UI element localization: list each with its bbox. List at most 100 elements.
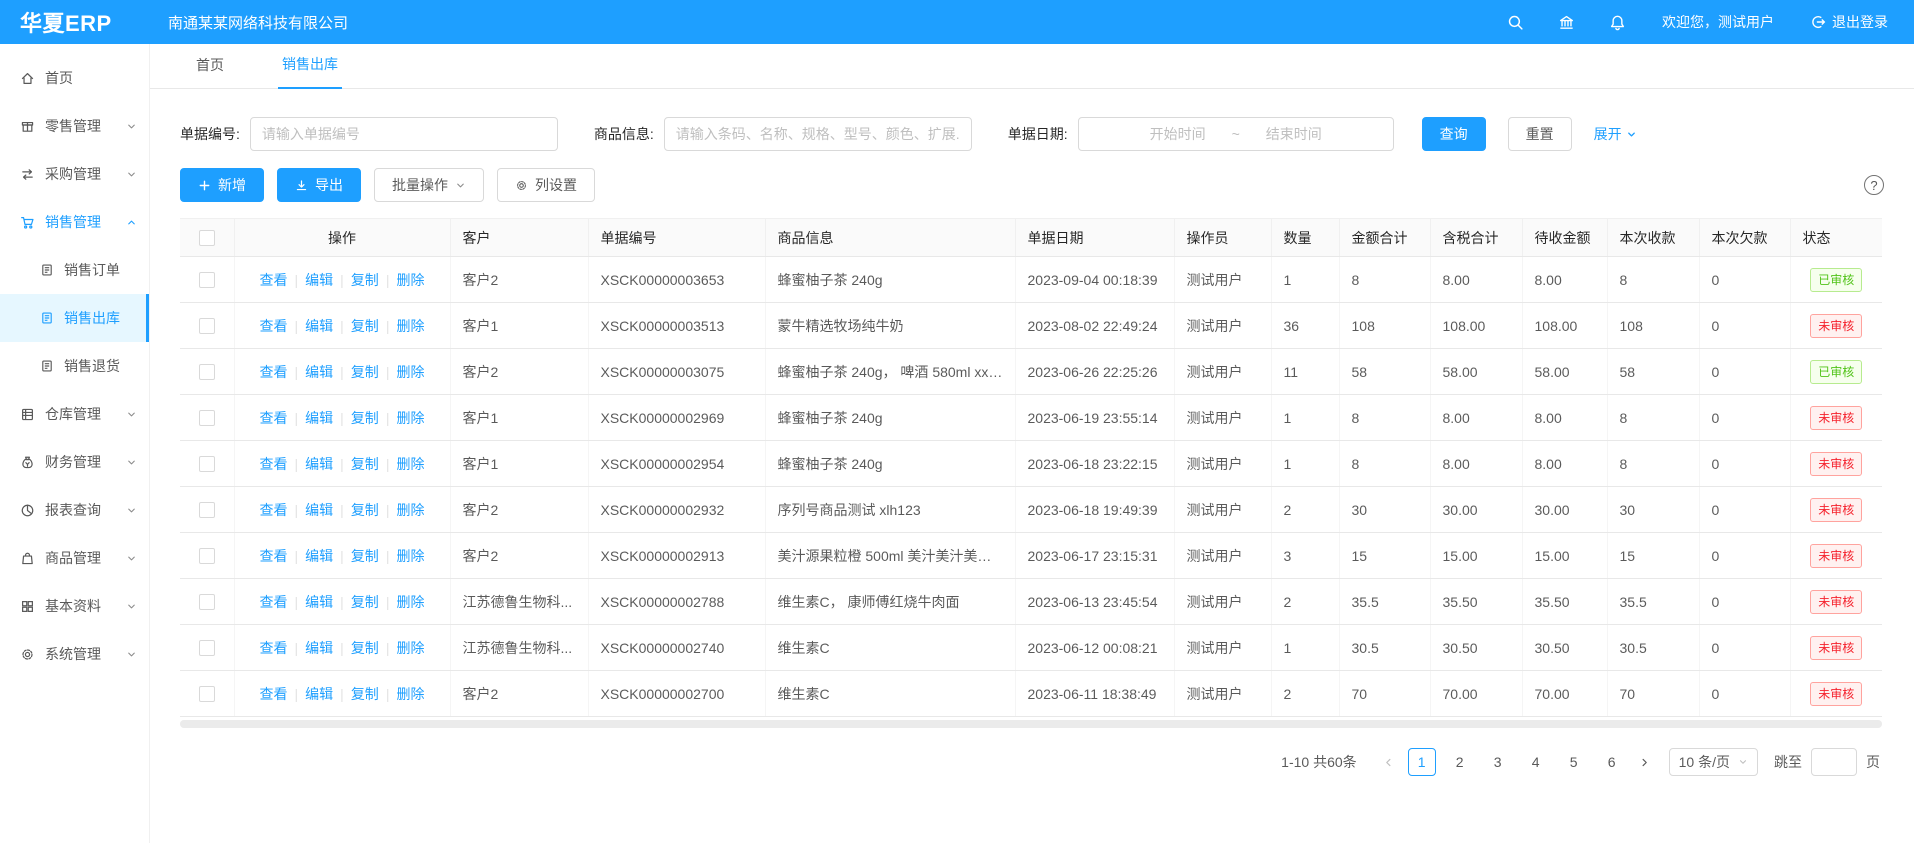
edit-link[interactable]: 编辑 — [305, 318, 333, 334]
delete-link[interactable]: 删除 — [396, 502, 424, 518]
page-button-6[interactable]: 6 — [1598, 748, 1626, 776]
edit-link[interactable]: 编辑 — [305, 594, 333, 610]
jump-page-input[interactable] — [1811, 748, 1857, 776]
page-button-3[interactable]: 3 — [1484, 748, 1512, 776]
view-link[interactable]: 查看 — [260, 548, 288, 564]
copy-link[interactable]: 复制 — [351, 640, 379, 656]
page-button-5[interactable]: 5 — [1560, 748, 1588, 776]
reset-button[interactable]: 重置 — [1508, 117, 1572, 151]
sidebar-item-home[interactable]: 首页 — [0, 54, 149, 102]
tab-sales-outbound[interactable]: 销售出库 — [278, 44, 342, 89]
copy-link[interactable]: 复制 — [351, 502, 379, 518]
delete-link[interactable]: 删除 — [396, 410, 424, 426]
copy-link[interactable]: 复制 — [351, 548, 379, 564]
sidebar-item-reports[interactable]: 报表查询 — [0, 486, 149, 534]
export-button[interactable]: 导出 — [277, 168, 361, 202]
gear-icon — [515, 179, 528, 192]
cell-received: 108 — [1607, 303, 1699, 349]
range-separator: ~ — [1232, 126, 1240, 142]
row-checkbox[interactable] — [199, 548, 215, 564]
view-link[interactable]: 查看 — [260, 594, 288, 610]
row-checkbox[interactable] — [199, 594, 215, 610]
bell-icon[interactable] — [1609, 14, 1626, 31]
row-checkbox[interactable] — [199, 502, 215, 518]
view-link[interactable]: 查看 — [260, 502, 288, 518]
table-body: 查看|编辑|复制|删除 客户2 XSCK00000003653 蜂蜜柚子茶 24… — [180, 257, 1882, 717]
row-checkbox[interactable] — [199, 318, 215, 334]
delete-link[interactable]: 删除 — [396, 318, 424, 334]
cell-goods: 序列号商品测试 xlh123 — [765, 487, 1015, 533]
view-link[interactable]: 查看 — [260, 686, 288, 702]
tab-home[interactable]: 首页 — [192, 45, 228, 88]
add-button[interactable]: 新增 — [180, 168, 264, 202]
expand-toggle[interactable]: 展开 — [1594, 124, 1637, 144]
page-button-2[interactable]: 2 — [1446, 748, 1474, 776]
delete-link[interactable]: 删除 — [396, 548, 424, 564]
page-button-1[interactable]: 1 — [1408, 748, 1436, 776]
row-checkbox[interactable] — [199, 686, 215, 702]
delete-link[interactable]: 删除 — [396, 594, 424, 610]
view-link[interactable]: 查看 — [260, 318, 288, 334]
search-icon[interactable] — [1507, 14, 1524, 31]
sidebar-item-sales-order[interactable]: 销售订单 — [0, 246, 149, 294]
page-button-4[interactable]: 4 — [1522, 748, 1550, 776]
column-settings-button[interactable]: 列设置 — [497, 168, 595, 202]
horizontal-scrollbar[interactable] — [180, 720, 1882, 728]
edit-link[interactable]: 编辑 — [305, 686, 333, 702]
delete-link[interactable]: 删除 — [396, 686, 424, 702]
delete-link[interactable]: 删除 — [396, 272, 424, 288]
sidebar-item-warehouse[interactable]: 仓库管理 — [0, 390, 149, 438]
cell-operator: 测试用户 — [1174, 257, 1271, 303]
sidebar-item-sales-outbound[interactable]: 销售出库 — [0, 294, 149, 342]
edit-link[interactable]: 编辑 — [305, 272, 333, 288]
page-size-select[interactable]: 10 条/页 — [1669, 748, 1758, 776]
edit-link[interactable]: 编辑 — [305, 548, 333, 564]
delete-link[interactable]: 删除 — [396, 364, 424, 380]
bank-icon[interactable] — [1558, 14, 1575, 31]
edit-link[interactable]: 编辑 — [305, 410, 333, 426]
edit-link[interactable]: 编辑 — [305, 502, 333, 518]
edit-link[interactable]: 编辑 — [305, 640, 333, 656]
copy-link[interactable]: 复制 — [351, 410, 379, 426]
prev-page-button[interactable] — [1375, 748, 1403, 776]
row-checkbox[interactable] — [199, 364, 215, 380]
sidebar-item-retail[interactable]: 零售管理 — [0, 102, 149, 150]
delete-link[interactable]: 删除 — [396, 640, 424, 656]
view-link[interactable]: 查看 — [260, 640, 288, 656]
next-page-button[interactable] — [1631, 748, 1659, 776]
copy-link[interactable]: 复制 — [351, 594, 379, 610]
copy-link[interactable]: 复制 — [351, 456, 379, 472]
sidebar-item-sales-return[interactable]: 销售退货 — [0, 342, 149, 390]
select-all-checkbox[interactable] — [199, 230, 215, 246]
edit-link[interactable]: 编辑 — [305, 364, 333, 380]
view-link[interactable]: 查看 — [260, 364, 288, 380]
view-link[interactable]: 查看 — [260, 410, 288, 426]
order-no-input[interactable] — [250, 117, 558, 151]
delete-link[interactable]: 删除 — [396, 456, 424, 472]
row-checkbox[interactable] — [199, 410, 215, 426]
row-checkbox[interactable] — [199, 272, 215, 288]
chevron-down-icon — [126, 457, 137, 468]
row-checkbox[interactable] — [199, 456, 215, 472]
copy-link[interactable]: 复制 — [351, 364, 379, 380]
date-range-picker[interactable]: 开始时间 ~ 结束时间 — [1078, 117, 1394, 151]
sidebar-item-system[interactable]: 系统管理 — [0, 630, 149, 678]
copy-link[interactable]: 复制 — [351, 318, 379, 334]
view-link[interactable]: 查看 — [260, 456, 288, 472]
sidebar-item-basic-data[interactable]: 基本资料 — [0, 582, 149, 630]
sidebar-item-purchase[interactable]: 采购管理 — [0, 150, 149, 198]
copy-link[interactable]: 复制 — [351, 686, 379, 702]
help-icon[interactable]: ? — [1864, 175, 1884, 195]
view-link[interactable]: 查看 — [260, 272, 288, 288]
row-checkbox[interactable] — [199, 640, 215, 656]
cell-operator: 测试用户 — [1174, 533, 1271, 579]
sidebar-item-sales[interactable]: 销售管理 — [0, 198, 149, 246]
sidebar-item-goods[interactable]: 商品管理 — [0, 534, 149, 582]
sidebar-item-finance[interactable]: 财务管理 — [0, 438, 149, 486]
batch-ops-button[interactable]: 批量操作 — [374, 168, 484, 202]
goods-info-input[interactable] — [664, 117, 972, 151]
logout-button[interactable]: 退出登录 — [1810, 12, 1888, 32]
edit-link[interactable]: 编辑 — [305, 456, 333, 472]
copy-link[interactable]: 复制 — [351, 272, 379, 288]
query-button[interactable]: 查询 — [1422, 117, 1486, 151]
